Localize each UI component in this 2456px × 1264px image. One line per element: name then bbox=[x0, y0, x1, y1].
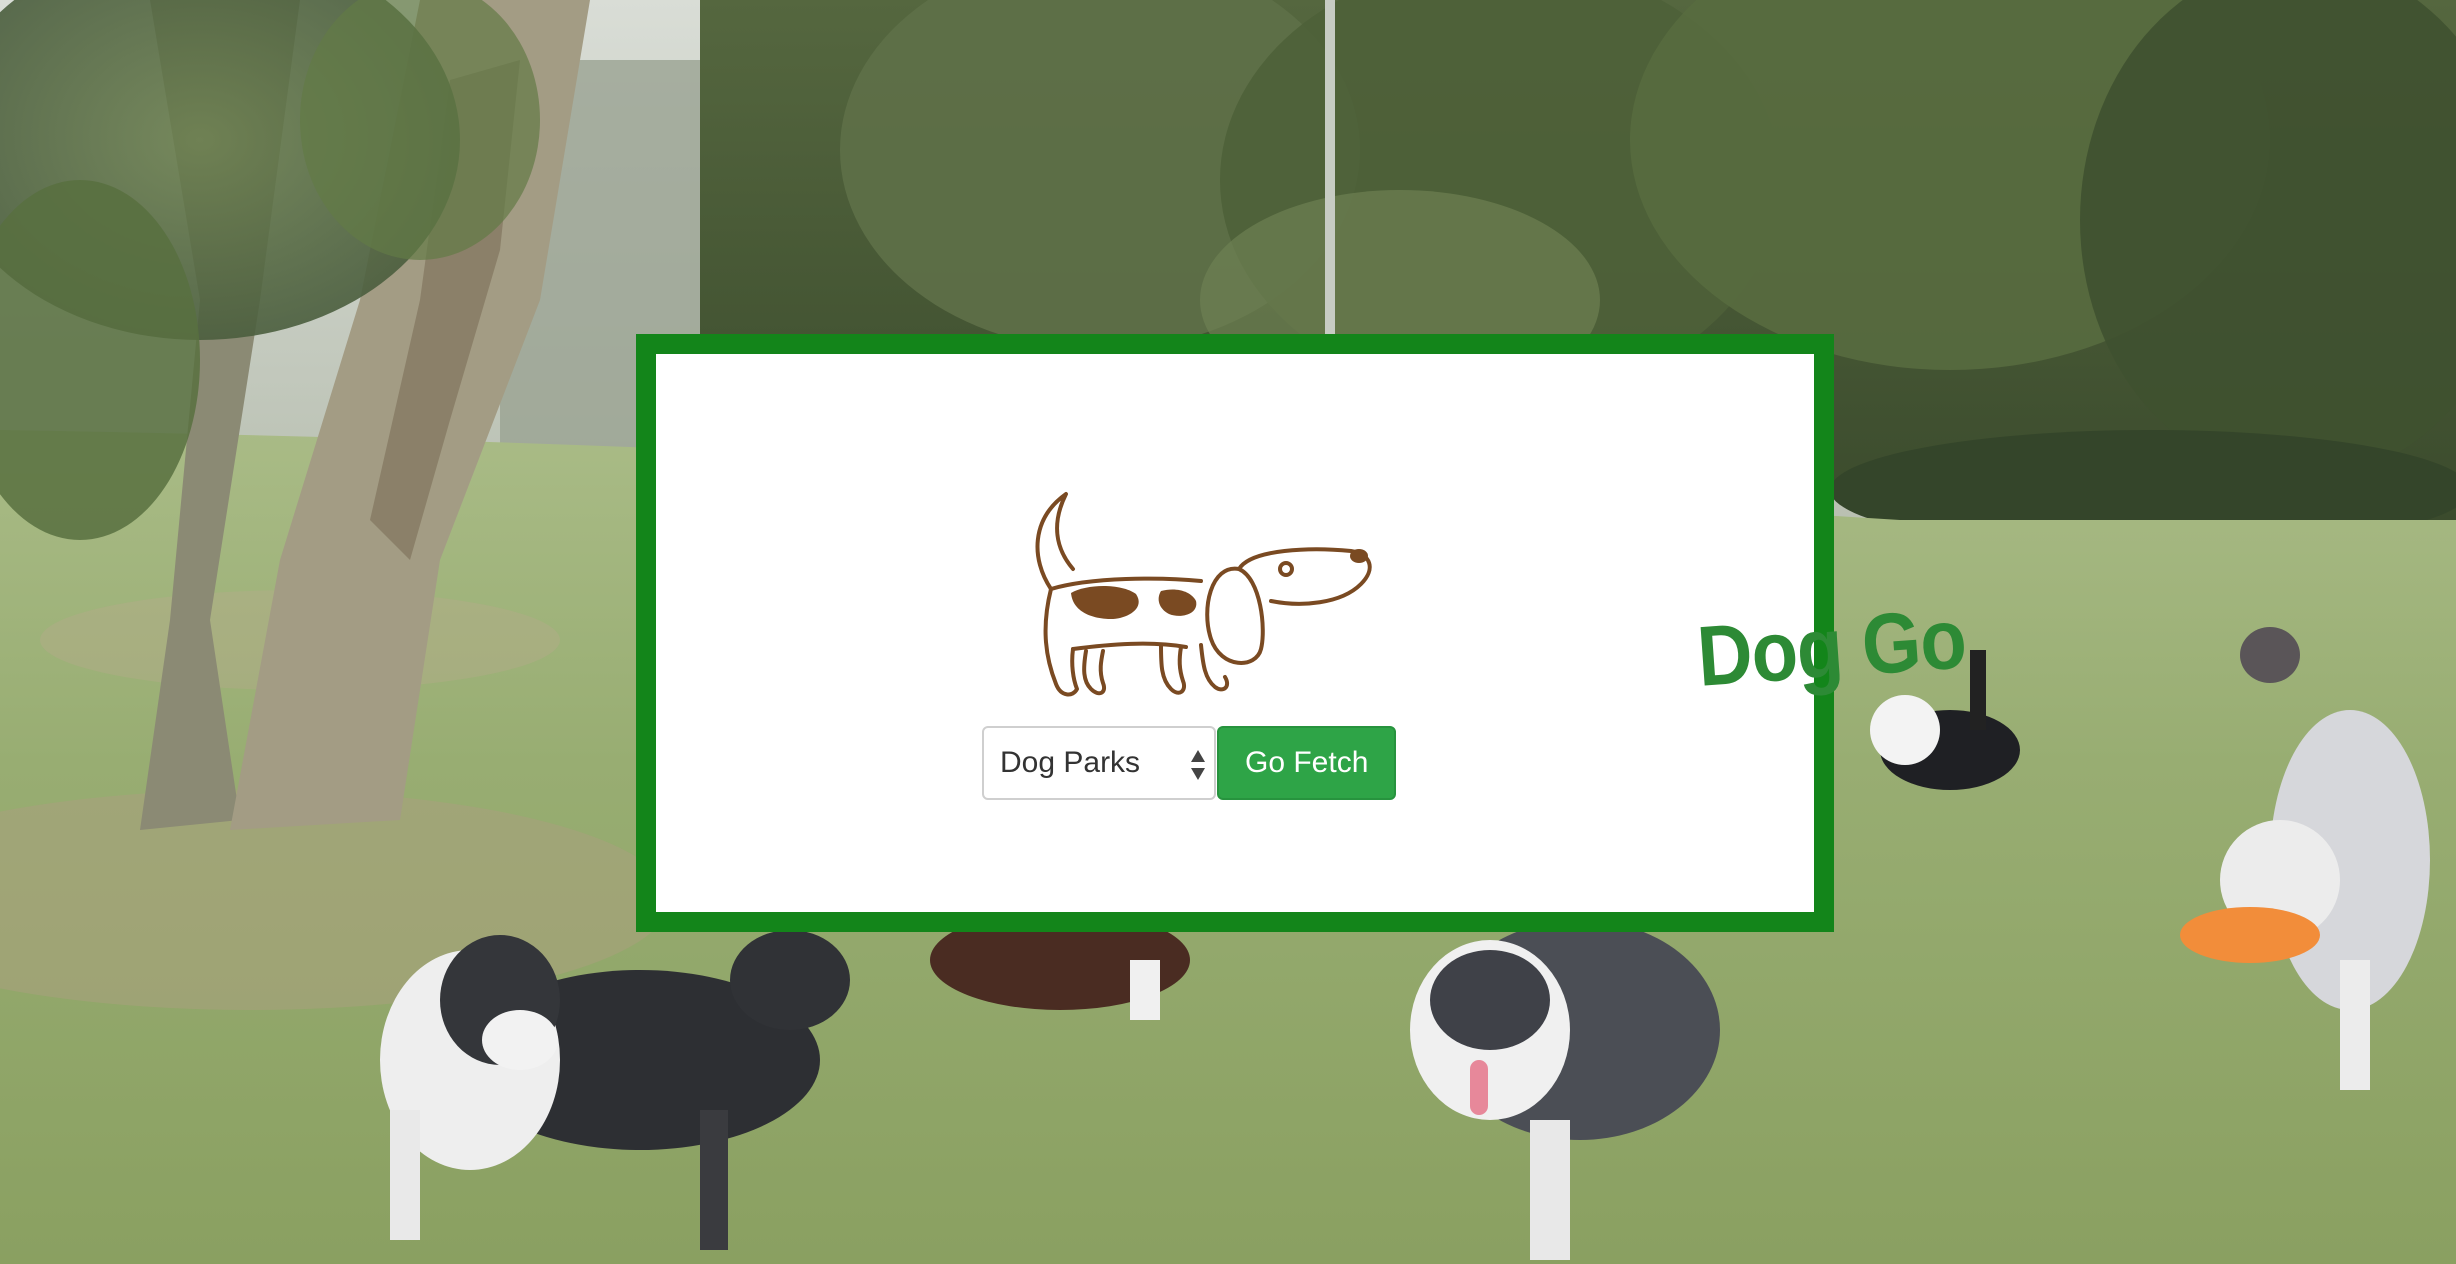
brand-name: Dog Go bbox=[1694, 591, 1969, 705]
category-select-value: Dog Parks bbox=[1000, 746, 1141, 779]
search-form: Dog Parks Go Fetch bbox=[982, 726, 1397, 800]
category-select[interactable]: Dog Parks bbox=[982, 726, 1216, 800]
dog-go-logo: Dog Go bbox=[1011, 469, 1969, 709]
search-card: Dog Go Dog Parks Go Fetch bbox=[636, 334, 1969, 932]
select-arrows-icon bbox=[1190, 748, 1206, 782]
dog-mascot-icon bbox=[1035, 492, 1372, 697]
go-fetch-button[interactable]: Go Fetch bbox=[1217, 726, 1397, 800]
